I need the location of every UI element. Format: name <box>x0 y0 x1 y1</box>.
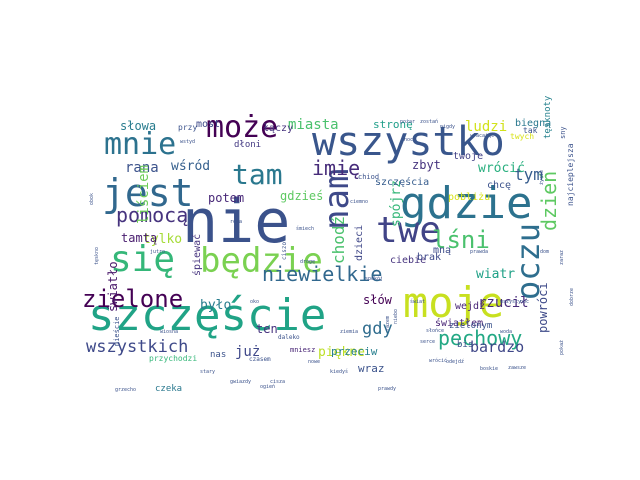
word: ziemia <box>340 329 359 335</box>
word: nocy <box>404 137 417 143</box>
word: życie <box>539 169 545 185</box>
word: zielonym <box>449 321 493 331</box>
word: grzecho <box>115 387 137 393</box>
word: wracając <box>470 133 495 139</box>
word: wiosna <box>160 329 179 335</box>
word: dzieci <box>354 224 365 261</box>
word: pokaż <box>559 339 565 355</box>
word: słów <box>363 293 392 307</box>
word: stary <box>200 369 216 375</box>
word: noc <box>520 299 530 305</box>
word: wiatr <box>476 267 516 282</box>
word: słońce <box>426 328 445 334</box>
word: wrócić <box>429 358 448 364</box>
word: pomocą <box>116 203 189 227</box>
word: oko <box>250 299 260 305</box>
word: najcieplejsza <box>566 143 575 206</box>
word: mieście <box>113 316 121 346</box>
word: potem <box>208 191 245 205</box>
word: zaraz <box>559 249 565 265</box>
word: nowe <box>308 359 321 365</box>
word: razem <box>385 315 391 331</box>
word: bis <box>457 340 474 350</box>
word: tak <box>523 126 538 135</box>
word: nas <box>210 350 227 360</box>
word: ciemno <box>350 199 369 205</box>
word: kiedyś <box>330 369 349 375</box>
word: most <box>196 119 221 130</box>
word: czeka <box>155 384 183 394</box>
word: odejdź <box>446 359 465 365</box>
word: chiod <box>358 173 380 181</box>
word: obok <box>89 192 95 205</box>
word: wstyd <box>180 139 196 145</box>
word: spokój <box>365 276 384 282</box>
word: dobrze <box>569 287 575 306</box>
word: zostań <box>420 119 439 125</box>
word: przeciw <box>331 345 378 358</box>
word: wszyscy <box>500 299 522 305</box>
word: łączy <box>263 123 294 134</box>
word: boskie <box>480 366 499 372</box>
word: powróci <box>536 282 550 333</box>
word: gdzieś <box>280 189 324 203</box>
word: drogę <box>300 259 316 265</box>
word: woda <box>500 329 513 335</box>
word: gwiazdy <box>230 379 252 385</box>
word: niebo <box>393 308 399 324</box>
word: ogień <box>260 384 276 390</box>
word: prawdy <box>378 386 397 392</box>
word: słowa <box>120 119 157 133</box>
word: ten <box>256 322 278 336</box>
word: daleko <box>278 334 300 341</box>
word: świat <box>410 299 426 305</box>
word: brak <box>417 252 442 263</box>
word: imię <box>312 156 361 180</box>
word: nigdy <box>440 124 456 130</box>
word: dłoni <box>234 140 262 150</box>
word: tęskno <box>94 246 100 265</box>
word: ręka <box>230 219 243 225</box>
word: wśród <box>171 159 211 174</box>
word: śmiech <box>296 226 315 232</box>
word: było <box>200 298 232 313</box>
word: tęsknoty <box>543 95 553 139</box>
word: szczęścia <box>375 177 430 188</box>
word: śpiewać <box>192 233 203 276</box>
word: serce <box>420 339 436 345</box>
word: zbyt <box>412 158 441 172</box>
word: światło <box>106 261 120 312</box>
word-cloud: nie szczęście moje gdzie wszystko jest się będz… <box>0 0 640 480</box>
word: bardzo <box>470 338 525 356</box>
word: twoje <box>453 151 484 162</box>
word: ludzi <box>465 119 508 135</box>
word: ciszo <box>281 241 288 260</box>
word: tamtą <box>121 231 158 245</box>
word: wrócić <box>478 161 525 176</box>
word: liściem <box>136 164 152 224</box>
word: tam <box>232 158 283 191</box>
word: sny <box>559 126 567 139</box>
word: mniesz <box>290 346 316 354</box>
word: pobliżu <box>448 192 491 203</box>
word: prawda <box>470 249 489 255</box>
word: cisza <box>270 379 286 385</box>
word: czasem <box>249 356 271 363</box>
word: miasta <box>288 117 339 133</box>
word: pożar <box>400 119 416 125</box>
word: chcę <box>487 180 512 191</box>
word: wejdź <box>455 301 486 312</box>
word: chodź <box>329 215 348 264</box>
word: dom <box>540 249 550 255</box>
word: przychodzi <box>149 354 198 363</box>
word: zielone <box>82 285 184 313</box>
word: wraz <box>358 362 385 375</box>
word: przy <box>178 123 198 132</box>
word: jutro <box>150 249 166 255</box>
word: zawsze <box>508 365 527 371</box>
word: mnie <box>104 127 177 162</box>
